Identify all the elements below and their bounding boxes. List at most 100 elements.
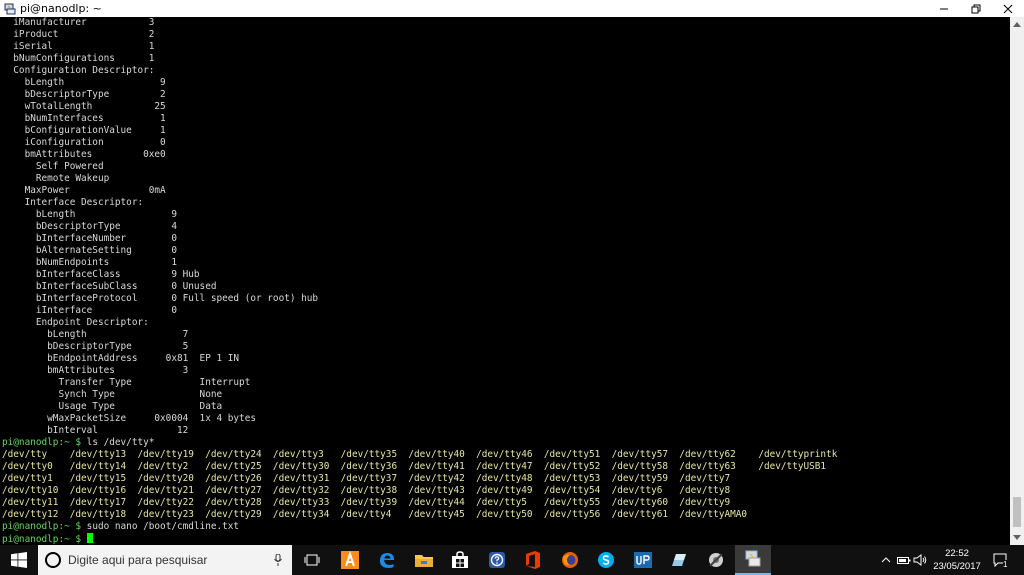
putty-icon[interactable]: [4, 3, 16, 15]
terminal-line: Interface Descriptor:: [2, 197, 144, 209]
terminal-line: bmAttributes 3: [2, 365, 188, 377]
taskbar-firefox[interactable]: [552, 545, 588, 575]
taskbar-edge[interactable]: [369, 545, 405, 575]
terminal-line-text: bmAttributes 3: [2, 365, 189, 376]
terminal-line: MaxPower 0mA: [2, 185, 166, 197]
start-button[interactable]: [0, 545, 38, 575]
scroll-up-button[interactable]: [1010, 17, 1024, 31]
taskbar-tools[interactable]: [698, 545, 734, 575]
terminal-line-text: bLength 9: [2, 209, 177, 220]
taskbar-app-orange[interactable]: [332, 545, 368, 575]
clock-time: 22:52: [945, 548, 969, 559]
terminal-line: wMaxPacketSize 0x0004 1x 4 bytes: [2, 413, 256, 425]
window-titlebar: pi@nanodlp: ~: [0, 0, 1024, 17]
shell-prompt: pi@nanodlp:~ $: [2, 521, 87, 532]
terminal-line-text: bEndpointAddress 0x81 EP 1 IN: [2, 353, 240, 364]
terminal-line-text: bAlternateSetting 0: [2, 245, 177, 256]
restore-icon: [971, 4, 981, 13]
taskbar-paint[interactable]: [661, 545, 697, 575]
terminal-line-text: bNumEndpoints 1: [2, 257, 177, 268]
restore-button[interactable]: [960, 0, 992, 17]
terminal-cursor: [86, 533, 93, 543]
tools-icon: [709, 553, 723, 567]
taskbar-clock[interactable]: 22:52 23/05/2017: [928, 547, 986, 573]
tray-chevron-button[interactable]: [876, 545, 896, 575]
tray-battery-button[interactable]: [896, 545, 912, 575]
search-placeholder: Digite aqui para pesquisar: [68, 553, 208, 567]
shell-command: ls /dev/tty*: [86, 437, 155, 448]
terminal-line: bLength 9: [2, 77, 166, 89]
skype-icon: [598, 552, 614, 568]
chevron-up-icon: [881, 557, 891, 563]
clock-date: 23/05/2017: [933, 561, 981, 572]
terminal-line: bLength 7: [2, 329, 188, 341]
ls-output-line: /dev/tty1 /dev/tty15 /dev/tty20 /dev/tty…: [2, 473, 730, 485]
terminal-line-text: bmAttributes 0xe0: [2, 149, 166, 160]
minimize-button[interactable]: [928, 0, 960, 17]
shell-prompt: pi@nanodlp:~ $: [2, 437, 87, 448]
terminal-line-text: iInterface 0: [2, 305, 177, 316]
tray-volume-button[interactable]: [912, 545, 928, 575]
task-view-button[interactable]: [294, 545, 330, 575]
terminal-line: bAlternateSetting 0: [2, 245, 177, 257]
microphone-icon[interactable]: [274, 554, 282, 566]
terminal-line: bNumEndpoints 1: [2, 257, 177, 269]
speaker-icon: [913, 554, 927, 566]
taskbar-skype[interactable]: [588, 545, 624, 575]
terminal-line: iProduct 2: [2, 29, 154, 41]
terminal-line-text: Endpoint Descriptor:: [2, 317, 149, 328]
terminal-line: bNumInterfaces 1: [2, 113, 166, 125]
terminal-line-text: iManufacturer 3: [2, 17, 155, 28]
terminal-line-text: bInterfaceNumber 0: [2, 233, 177, 244]
terminal-line-text: Configuration Descriptor:: [2, 65, 155, 76]
terminal-line: bInterval 12: [2, 425, 188, 437]
ls-output-line: /dev/tty10 /dev/tty16 /dev/tty21 /dev/tt…: [2, 485, 730, 497]
help-icon: [489, 552, 505, 568]
terminal-line: bConfigurationValue 1: [2, 125, 166, 137]
task-view-icon: [304, 554, 320, 566]
terminal-command-line: pi@nanodlp:~ $ sudo nano /boot/cmdline.t…: [2, 521, 239, 533]
terminal-line: bmAttributes 0xe0: [2, 149, 166, 161]
terminal-line: bDescriptorType 5: [2, 341, 188, 353]
terminal-line-text: Synch Type None: [2, 389, 223, 400]
ls-output-text: /dev/tty /dev/tty13 /dev/tty19 /dev/tty2…: [2, 449, 838, 460]
ls-output-line: /dev/tty12 /dev/tty18 /dev/tty23 /dev/tt…: [2, 509, 747, 521]
terminal-line-text: bNumConfigurations 1: [2, 53, 155, 64]
close-button[interactable]: [992, 0, 1024, 17]
scroll-down-button[interactable]: [1010, 531, 1024, 545]
scroll-thumb[interactable]: [1013, 497, 1021, 527]
taskbar-up-app[interactable]: [625, 545, 661, 575]
terminal-line: bEndpointAddress 0x81 EP 1 IN: [2, 353, 239, 365]
taskbar-file-explorer[interactable]: [406, 545, 442, 575]
terminal-line-text: Interface Descriptor:: [2, 197, 144, 208]
terminal-output[interactable]: iManufacturer 3 iProduct 2 iSerial 1 bNu…: [0, 17, 1010, 545]
taskbar-store[interactable]: [442, 545, 478, 575]
taskbar-terminal-app[interactable]: [735, 545, 771, 575]
terminal-line-text: iProduct 2: [2, 29, 155, 40]
action-center-button[interactable]: 1: [990, 545, 1012, 575]
window-title: pi@nanodlp: ~: [20, 2, 102, 15]
up-app-icon: [634, 552, 652, 568]
paint-icon: [672, 554, 686, 566]
ls-output-line: /dev/tty /dev/tty13 /dev/tty19 /dev/tty2…: [2, 449, 837, 461]
terminal-line: Endpoint Descriptor:: [2, 317, 149, 329]
power-icon: [897, 556, 911, 564]
store-icon: [452, 551, 468, 568]
terminal-line: bDescriptorType 4: [2, 221, 177, 233]
shell-prompt: pi@nanodlp:~ $: [2, 534, 87, 545]
terminal-line: Usage Type Data: [2, 401, 222, 413]
file-explorer-icon: [415, 555, 433, 567]
terminal-line: Synch Type None: [2, 389, 222, 401]
terminal-line-text: bInterval 12: [2, 425, 189, 436]
terminal-line-text: Remote Wakeup: [2, 173, 110, 184]
ls-output-text: /dev/tty12 /dev/tty18 /dev/tty23 /dev/tt…: [2, 509, 748, 520]
taskbar-search-box[interactable]: Digite aqui para pesquisar: [38, 545, 292, 575]
taskbar-office[interactable]: [515, 545, 551, 575]
firefox-icon: [562, 552, 578, 568]
terminal-line: wTotalLength 25: [2, 101, 166, 113]
terminal-app-icon: [745, 550, 761, 567]
terminal-command-line: pi@nanodlp:~ $ ls /dev/tty*: [2, 437, 154, 449]
terminal-line: Self Powered: [2, 161, 104, 173]
terminal-scrollbar[interactable]: [1010, 17, 1024, 545]
taskbar-help[interactable]: [479, 545, 515, 575]
